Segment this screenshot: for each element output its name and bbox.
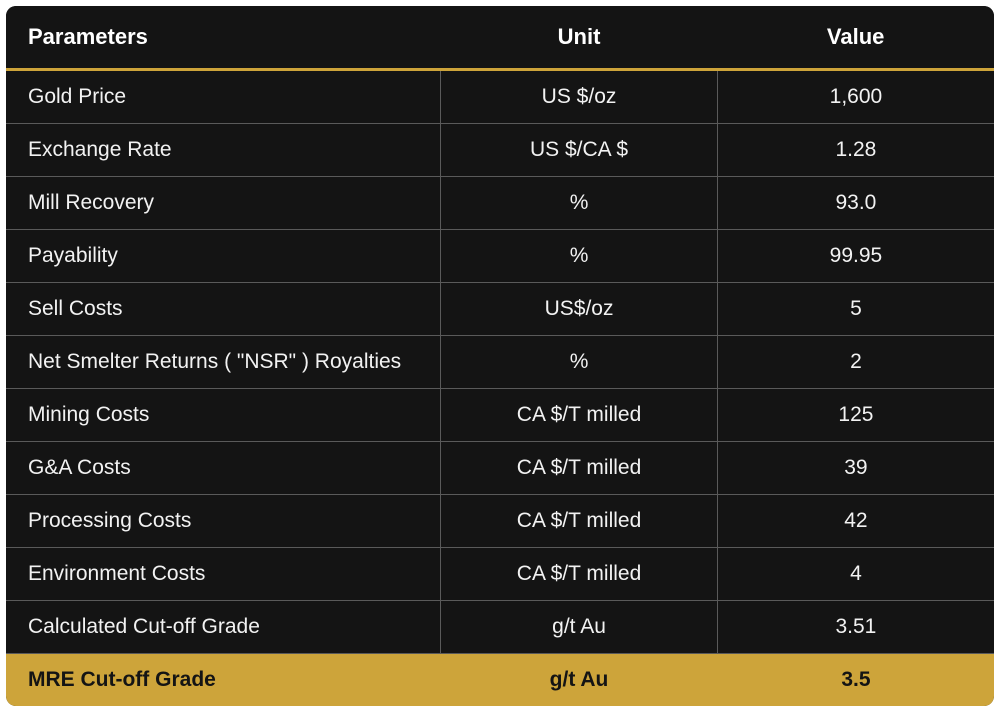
cell-value: 5 [717,283,994,336]
cell-unit: g/t Au [441,654,718,707]
cell-unit: CA $/T milled [441,495,718,548]
cell-parameter: Sell Costs [6,283,441,336]
cell-value: 3.51 [717,601,994,654]
cell-value: 2 [717,336,994,389]
table-body: Gold PriceUS $/oz1,600Exchange RateUS $/… [6,70,994,707]
cell-parameter: Net Smelter Returns ( "NSR" ) Royalties [6,336,441,389]
cell-value: 99.95 [717,230,994,283]
header-value: Value [717,6,994,70]
table-row: Environment CostsCA $/T milled4 [6,548,994,601]
header-unit: Unit [441,6,718,70]
table-row: Payability%99.95 [6,230,994,283]
cell-unit: US$/oz [441,283,718,336]
table-row: Calculated Cut-off Gradeg/t Au3.51 [6,601,994,654]
parameters-table-container: Parameters Unit Value Gold PriceUS $/oz1… [6,6,994,706]
cell-value: 1,600 [717,70,994,124]
cell-value: 125 [717,389,994,442]
cell-parameter: Mining Costs [6,389,441,442]
table-row: Exchange RateUS $/CA $1.28 [6,124,994,177]
cell-parameter: Mill Recovery [6,177,441,230]
table-row: MRE Cut-off Gradeg/t Au3.5 [6,654,994,707]
cell-unit: % [441,177,718,230]
cell-unit: CA $/T milled [441,548,718,601]
cell-parameter: Gold Price [6,70,441,124]
table-row: Sell CostsUS$/oz5 [6,283,994,336]
table-row: Mill Recovery%93.0 [6,177,994,230]
cell-parameter: Processing Costs [6,495,441,548]
cell-value: 93.0 [717,177,994,230]
cell-unit: % [441,336,718,389]
cell-value: 3.5 [717,654,994,707]
table-row: G&A CostsCA $/T milled39 [6,442,994,495]
table-row: Mining CostsCA $/T milled125 [6,389,994,442]
cell-value: 39 [717,442,994,495]
cell-unit: US $/oz [441,70,718,124]
cell-value: 4 [717,548,994,601]
cell-value: 1.28 [717,124,994,177]
table-row: Processing CostsCA $/T milled42 [6,495,994,548]
cell-parameter: Calculated Cut-off Grade [6,601,441,654]
cell-unit: % [441,230,718,283]
cell-parameter: Exchange Rate [6,124,441,177]
cell-parameter: Payability [6,230,441,283]
table-header-row: Parameters Unit Value [6,6,994,70]
cell-unit: g/t Au [441,601,718,654]
cell-parameter: G&A Costs [6,442,441,495]
parameters-table: Parameters Unit Value Gold PriceUS $/oz1… [6,6,994,706]
cell-value: 42 [717,495,994,548]
cell-parameter: MRE Cut-off Grade [6,654,441,707]
cell-parameter: Environment Costs [6,548,441,601]
cell-unit: CA $/T milled [441,442,718,495]
table-row: Net Smelter Returns ( "NSR" ) Royalties%… [6,336,994,389]
cell-unit: US $/CA $ [441,124,718,177]
header-parameters: Parameters [6,6,441,70]
cell-unit: CA $/T milled [441,389,718,442]
table-row: Gold PriceUS $/oz1,600 [6,70,994,124]
